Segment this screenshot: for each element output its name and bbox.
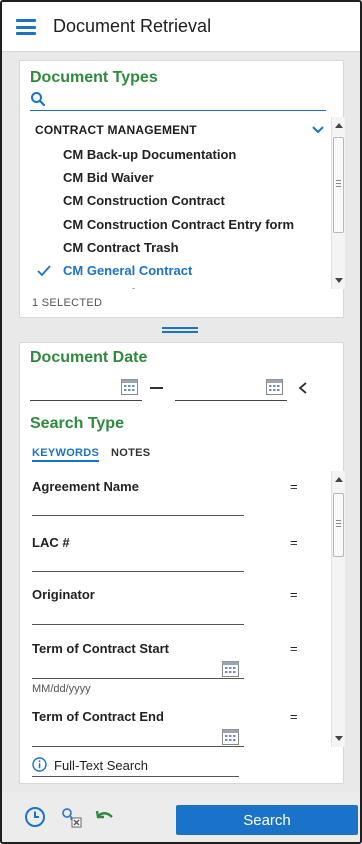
tab-notes[interactable]: NOTES bbox=[111, 447, 150, 459]
panel-splitter[interactable] bbox=[162, 327, 198, 333]
document-types-title: Document Types bbox=[30, 69, 158, 86]
key-clear-icon[interactable] bbox=[60, 806, 82, 828]
list-item[interactable]: CM Back-up Documentation bbox=[63, 147, 236, 162]
calendar-icon[interactable] bbox=[222, 661, 239, 677]
scroll-thumb[interactable] bbox=[333, 137, 344, 233]
list-item[interactable]: CM Bid Waiver bbox=[63, 170, 154, 185]
search-button[interactable]: Search bbox=[176, 805, 358, 835]
document-types-panel: Document Types CONTRACT MANAGEMENT CM Ba… bbox=[19, 60, 345, 318]
fulltext-search-field[interactable]: Full-Text Search bbox=[32, 755, 239, 777]
calendar-icon[interactable] bbox=[121, 379, 138, 395]
list-item[interactable]: CM Construction Contract Entry form bbox=[63, 217, 294, 232]
keyword-operator[interactable]: = bbox=[290, 709, 298, 724]
keyword-label: Term of Contract End bbox=[32, 709, 164, 724]
chevron-left-icon[interactable] bbox=[297, 381, 309, 395]
calendar-icon[interactable] bbox=[222, 729, 239, 745]
keyword-label: Agreement Name bbox=[32, 479, 139, 494]
action-bar: Search bbox=[2, 792, 360, 842]
keyword-operator[interactable]: = bbox=[290, 479, 298, 494]
info-icon bbox=[32, 757, 47, 772]
keyword-operator[interactable]: = bbox=[290, 641, 298, 656]
document-types-search-input[interactable] bbox=[50, 89, 322, 109]
page-title: Document Retrieval bbox=[53, 16, 212, 36]
search-type-title: Search Type bbox=[30, 415, 124, 432]
hamburger-icon[interactable] bbox=[16, 19, 36, 35]
date-format-hint: MM/dd/yyyy bbox=[32, 683, 91, 695]
keyword-operator[interactable]: = bbox=[290, 587, 298, 602]
keyword-date-input[interactable] bbox=[32, 746, 244, 747]
keyword-label: LAC # bbox=[32, 535, 70, 550]
date-range-dash bbox=[150, 387, 163, 389]
list-item[interactable]: CM General Contract bbox=[63, 263, 192, 278]
tab-keywords[interactable]: KEYWORDS bbox=[32, 447, 100, 462]
keyword-operator[interactable]: = bbox=[290, 535, 298, 550]
undo-icon[interactable] bbox=[94, 806, 116, 828]
search-criteria-panel: Document Date Search Type KEYWORDS NOTES bbox=[19, 342, 345, 784]
fulltext-search-label: Full-Text Search bbox=[54, 758, 148, 773]
list-item[interactable]: CM Contract Trash bbox=[63, 240, 179, 255]
document-types-list: CONTRACT MANAGEMENT CM Back-up Documenta… bbox=[20, 121, 330, 289]
keyword-date-input[interactable] bbox=[32, 678, 244, 679]
keyword-input[interactable] bbox=[32, 515, 244, 516]
app-window: Document Retrieval Document Types CONTRA… bbox=[0, 0, 362, 844]
document-types-search bbox=[30, 89, 326, 111]
selected-count: 1 SELECTED bbox=[32, 297, 103, 309]
app-header: Document Retrieval bbox=[2, 2, 360, 52]
keyword-input[interactable] bbox=[32, 571, 244, 572]
document-date-title: Document Date bbox=[30, 349, 148, 366]
calendar-icon[interactable] bbox=[266, 379, 283, 395]
clock-history-icon[interactable] bbox=[24, 806, 46, 828]
scroll-thumb[interactable] bbox=[333, 493, 344, 557]
scroll-down-arrow[interactable] bbox=[335, 278, 343, 283]
chevron-down-icon[interactable] bbox=[311, 123, 325, 137]
list-item[interactable]: CM Construction Contract bbox=[63, 193, 225, 208]
search-icon bbox=[31, 92, 46, 107]
keywords-scrollbar[interactable] bbox=[331, 471, 345, 747]
document-types-scrollbar[interactable] bbox=[331, 117, 345, 289]
list-item[interactable]: CM General Contract Entry Form bbox=[63, 286, 265, 289]
list-group-header[interactable]: CONTRACT MANAGEMENT bbox=[35, 123, 197, 137]
scroll-up-arrow[interactable] bbox=[335, 477, 343, 482]
scroll-up-arrow[interactable] bbox=[335, 123, 343, 128]
keyword-label: Term of Contract Start bbox=[32, 641, 169, 656]
check-icon bbox=[37, 265, 51, 277]
keywords-list: Agreement Name = LAC # = Originator = Te… bbox=[20, 471, 330, 761]
keyword-label: Originator bbox=[32, 587, 95, 602]
keyword-input[interactable] bbox=[32, 624, 244, 625]
scroll-down-arrow[interactable] bbox=[335, 736, 343, 741]
